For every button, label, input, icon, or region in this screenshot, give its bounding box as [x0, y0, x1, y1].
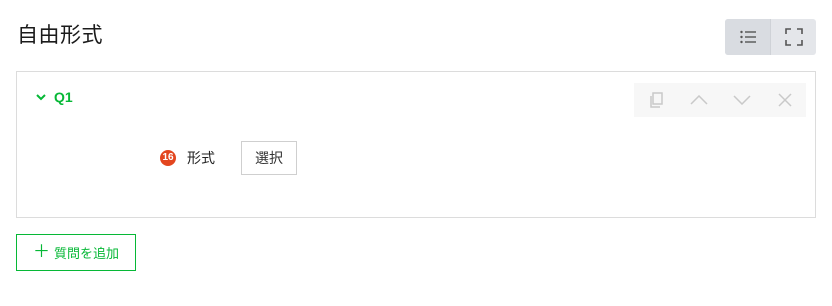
chevron-up-icon	[689, 95, 708, 105]
fullscreen-icon	[784, 28, 803, 46]
plus-icon: ＋	[32, 242, 50, 262]
field-row: 16 形式 選択	[160, 141, 297, 175]
add-question-button[interactable]: ＋ 質問を追加	[16, 234, 136, 271]
field-label: 形式	[187, 151, 215, 167]
question-label: Q1	[54, 89, 73, 105]
fullscreen-button[interactable]	[770, 19, 816, 55]
field-number-badge: 16	[160, 150, 176, 166]
add-question-label: 質問を追加	[53, 247, 119, 262]
view-toggle	[725, 19, 816, 55]
page-title: 自由形式	[17, 23, 103, 47]
close-icon	[777, 93, 792, 107]
delete-question-button[interactable]	[763, 83, 806, 117]
move-down-button[interactable]	[720, 83, 763, 117]
copy-question-button[interactable]	[634, 83, 677, 117]
list-icon	[739, 30, 756, 44]
question-card: Q1 16 形式 選択	[16, 71, 816, 218]
chevron-down-icon	[36, 93, 46, 101]
copy-icon	[649, 92, 663, 108]
select-button[interactable]: 選択	[241, 141, 297, 175]
chevron-down-icon	[732, 95, 751, 105]
question-actions	[634, 83, 806, 117]
question-header-toggle[interactable]: Q1	[36, 89, 73, 105]
move-up-button[interactable]	[677, 83, 720, 117]
list-view-button[interactable]	[725, 19, 770, 55]
